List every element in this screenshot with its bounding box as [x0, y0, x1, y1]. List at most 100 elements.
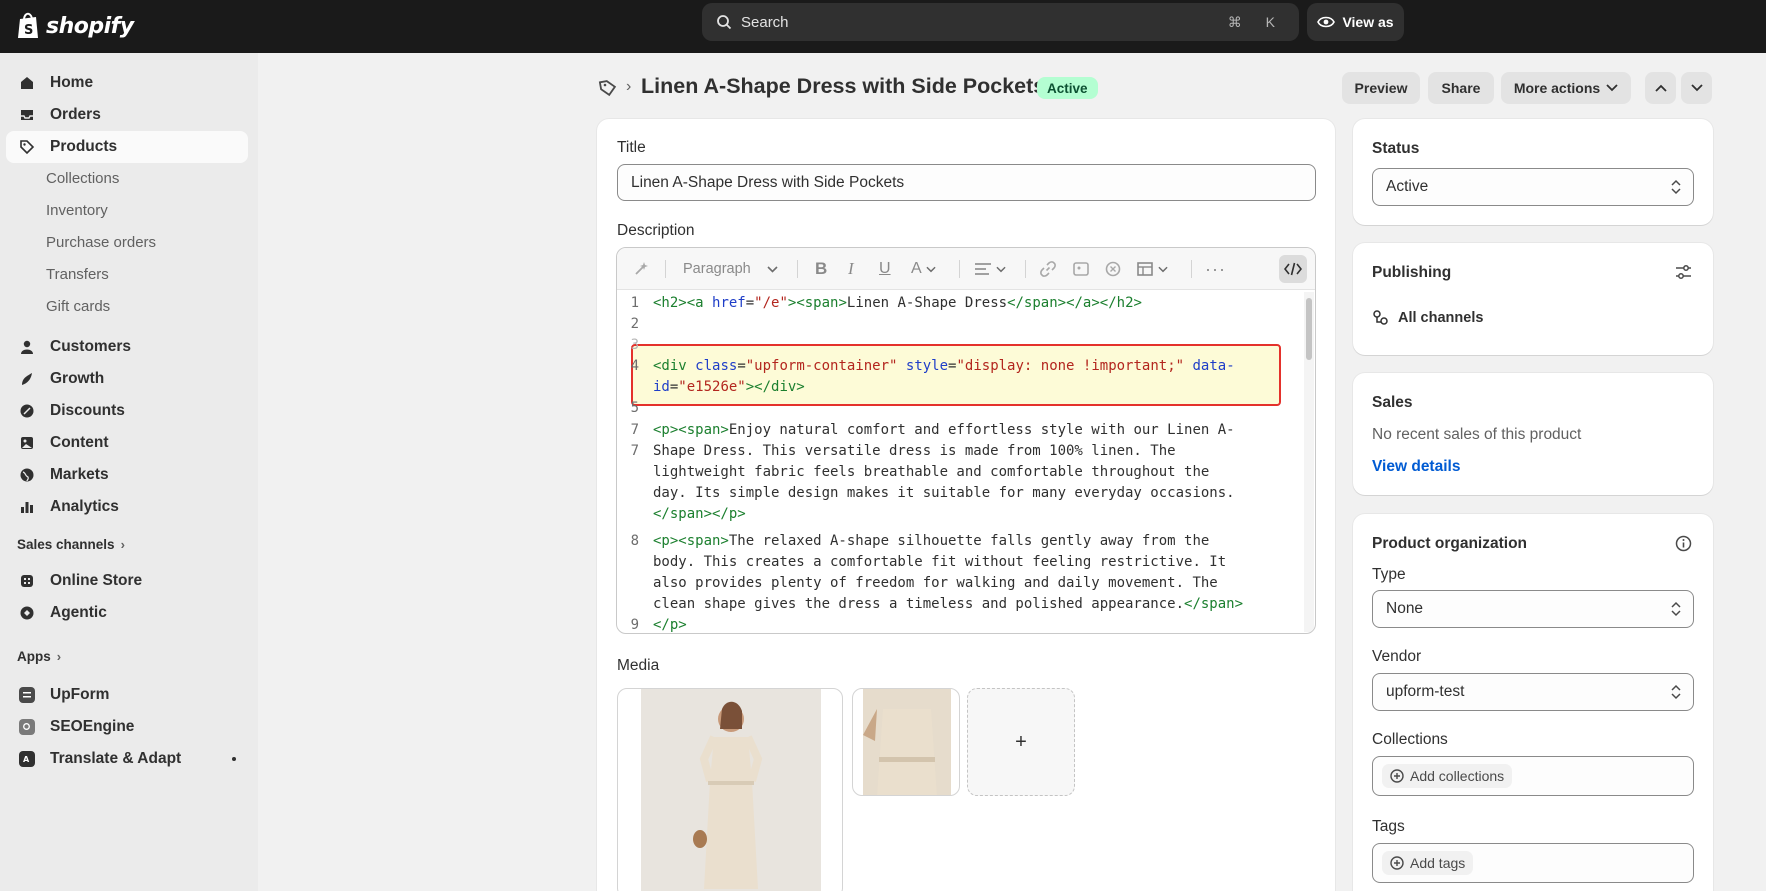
- inbox-icon: [18, 106, 36, 124]
- vendor-select-value: upform-test: [1386, 683, 1465, 700]
- tag-icon: [18, 138, 36, 156]
- view-as-button[interactable]: View as: [1307, 3, 1404, 41]
- share-button[interactable]: Share: [1428, 72, 1494, 104]
- sidebar-item-label: Growth: [50, 370, 105, 387]
- sidebar-item-analytics[interactable]: Analytics: [6, 491, 248, 523]
- description-editor[interactable]: Paragraph B I U A ··· 1 2 3 4 5 7 7 8 9 …: [616, 247, 1316, 634]
- align-icon[interactable]: [975, 258, 1006, 280]
- chevron-down-icon: [1606, 84, 1618, 92]
- scrollbar-thumb[interactable]: [1306, 298, 1312, 360]
- bar-chart-icon: [18, 498, 36, 516]
- sidebar-subitem-collections[interactable]: Collections: [46, 164, 119, 192]
- shopify-wordmark: shopify: [46, 13, 134, 39]
- sidebar-item-customers[interactable]: Customers: [6, 331, 248, 363]
- code-line: also provides plenty of freedom for walk…: [653, 575, 1218, 591]
- sidebar-item-discounts[interactable]: Discounts: [6, 395, 248, 427]
- collections-field[interactable]: Add collections: [1372, 756, 1694, 796]
- code-line: id="e1526e"></div>: [653, 379, 805, 395]
- highlighted-code-block: [631, 344, 1281, 406]
- sidebar-item-translate-adapt[interactable]: A Translate & Adapt: [6, 743, 248, 775]
- magic-icon[interactable]: [633, 258, 649, 280]
- sales-channels-section[interactable]: Sales channels ›: [17, 533, 125, 555]
- translate-app-icon: A: [18, 750, 36, 768]
- next-product-button[interactable]: [1681, 72, 1712, 104]
- type-select[interactable]: None: [1372, 590, 1694, 628]
- preview-button[interactable]: Preview: [1342, 72, 1420, 104]
- sidebar-subitem-transfers[interactable]: Transfers: [46, 260, 109, 288]
- title-input[interactable]: Linen A-Shape Dress with Side Pockets: [617, 164, 1316, 201]
- publishing-card: [1353, 243, 1713, 355]
- globe-icon: [18, 466, 36, 484]
- paragraph-select[interactable]: Paragraph: [683, 258, 783, 280]
- sidebar-item-growth[interactable]: Growth: [6, 363, 248, 395]
- breadcrumb-chevron-icon: ›: [626, 78, 632, 95]
- link-icon[interactable]: [1040, 258, 1056, 280]
- sidebar-item-online-store[interactable]: Online Store: [6, 565, 248, 597]
- add-collections-button[interactable]: Add collections: [1382, 764, 1513, 788]
- sidebar-item-label: Customers: [50, 338, 131, 355]
- editor-scrollbar[interactable]: [1304, 292, 1314, 632]
- shopify-logo[interactable]: S shopify: [16, 8, 134, 44]
- sidebar-subitem-purchase-orders[interactable]: Purchase orders: [46, 228, 156, 256]
- status-select[interactable]: Active: [1372, 168, 1694, 206]
- media-image-detail[interactable]: [852, 688, 960, 796]
- sidebar-item-home[interactable]: Home: [6, 67, 248, 99]
- add-tags-button[interactable]: Add tags: [1382, 851, 1474, 875]
- toolbar-divider: [797, 260, 798, 278]
- shopify-bag-icon: S: [18, 12, 38, 38]
- line-number: 2: [630, 316, 639, 332]
- status-badge: Active: [1037, 77, 1098, 99]
- sidebar-item-content[interactable]: Content: [6, 427, 248, 459]
- code-line: body. This creates a comfortable fit wit…: [653, 554, 1227, 570]
- italic-icon[interactable]: I: [848, 258, 854, 280]
- video-icon[interactable]: [1105, 258, 1121, 280]
- table-icon[interactable]: [1137, 258, 1168, 280]
- no-sales-text: No recent sales of this product: [1372, 426, 1582, 443]
- sidebar-item-orders[interactable]: Orders: [6, 99, 248, 131]
- sidebar-item-seoengine[interactable]: SEOEngine: [6, 711, 248, 743]
- apps-section[interactable]: Apps ›: [17, 645, 61, 667]
- dress-photo: [641, 689, 821, 891]
- product-tag-icon[interactable]: [598, 78, 618, 98]
- html-code-area[interactable]: 1 2 3 4 5 7 7 8 9 <h2><a href="/e"><span…: [617, 290, 1307, 633]
- growth-icon: [18, 370, 36, 388]
- more-actions-button[interactable]: More actions: [1501, 72, 1631, 104]
- add-media-button[interactable]: +: [967, 688, 1075, 796]
- underline-icon[interactable]: U: [879, 258, 891, 280]
- toolbar-divider: [665, 260, 666, 278]
- previous-product-button[interactable]: [1645, 72, 1676, 104]
- search-placeholder: Search: [741, 13, 789, 31]
- chevron-down-icon: [1690, 84, 1703, 92]
- home-icon: [18, 74, 36, 92]
- chevron-up-icon: [1654, 84, 1667, 92]
- apps-label: Apps: [17, 648, 51, 664]
- chevron-right-icon: ›: [120, 536, 125, 552]
- sidebar-item-upform[interactable]: UpForm: [6, 679, 248, 711]
- sidebar-item-markets[interactable]: Markets: [6, 459, 248, 491]
- media-image-main[interactable]: [617, 688, 843, 891]
- vendor-select[interactable]: upform-test: [1372, 673, 1694, 711]
- image-icon[interactable]: [1073, 258, 1089, 280]
- search-bar[interactable]: Search ⌘ K: [702, 3, 1299, 41]
- sidebar-item-label: SEOEngine: [50, 718, 135, 735]
- more-actions-label: More actions: [1513, 80, 1601, 96]
- sidebar-item-products[interactable]: Products: [6, 131, 248, 163]
- code-view-toggle-icon[interactable]: [1279, 255, 1307, 283]
- discount-icon: [18, 402, 36, 420]
- sidebar-item-agentic[interactable]: Agentic: [6, 597, 248, 629]
- plus-circle-icon: [1390, 856, 1404, 870]
- view-details-link[interactable]: View details: [1372, 458, 1460, 476]
- info-icon[interactable]: [1675, 535, 1692, 552]
- text-color-icon[interactable]: A: [911, 258, 936, 280]
- product-organization-label: Product organization: [1372, 535, 1527, 552]
- select-arrows-icon: [1671, 179, 1681, 195]
- add-tags-label: Add tags: [1410, 855, 1466, 871]
- sidebar-subitem-gift-cards[interactable]: Gift cards: [46, 292, 110, 320]
- sidebar-subitem-inventory[interactable]: Inventory: [46, 196, 108, 224]
- publishing-label: Publishing: [1372, 264, 1452, 281]
- code-line: <p><span>The relaxed A-shape silhouette …: [653, 533, 1210, 549]
- tags-field[interactable]: Add tags: [1372, 843, 1694, 883]
- more-options-icon[interactable]: ···: [1205, 258, 1226, 280]
- sliders-icon[interactable]: [1675, 264, 1692, 280]
- bold-icon[interactable]: B: [815, 258, 827, 280]
